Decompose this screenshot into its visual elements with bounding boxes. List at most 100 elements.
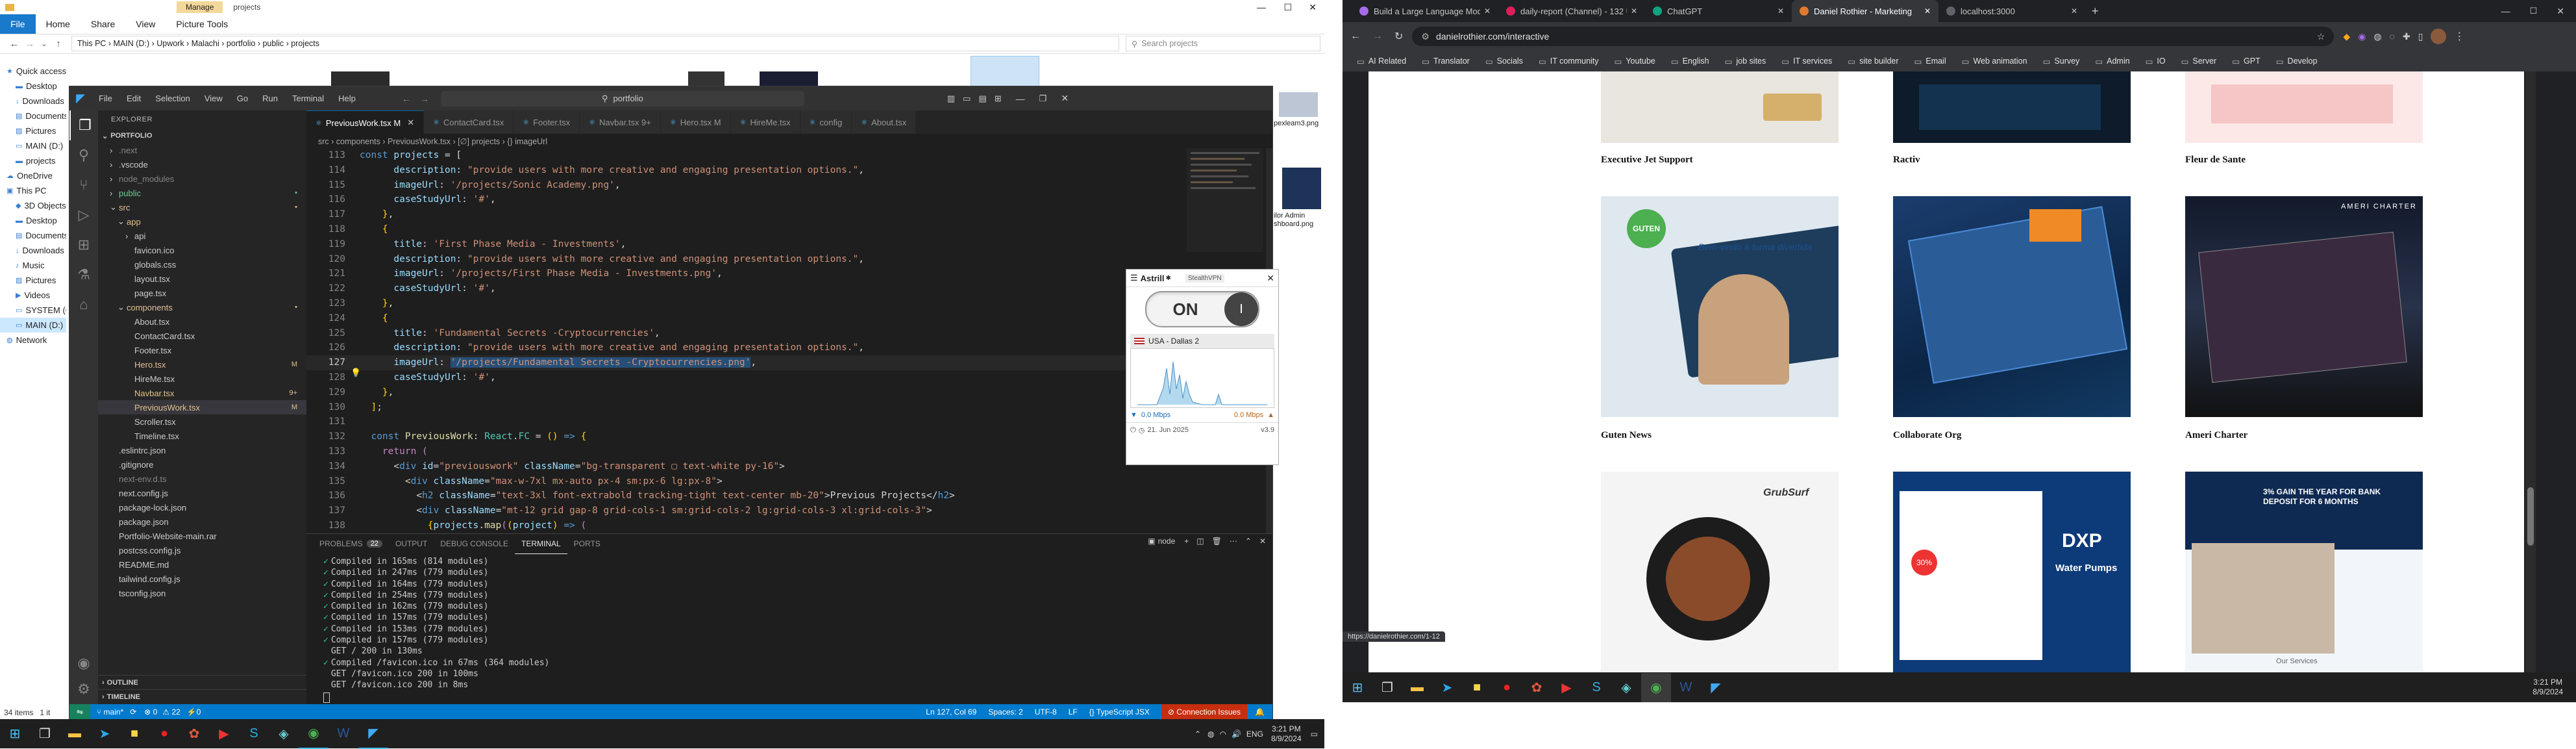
project-image-fleur-de-sante[interactable] xyxy=(2185,71,2423,143)
page-scrollbar-thumb[interactable] xyxy=(2527,487,2534,546)
skype-icon[interactable]: S xyxy=(239,719,269,748)
search-input[interactable]: ⚲ Search projects xyxy=(1126,36,1320,51)
ribbon-tab-share[interactable]: Share xyxy=(80,14,125,34)
tree-file[interactable]: Hero.tsx M xyxy=(98,357,306,372)
close-icon[interactable]: ✕ xyxy=(1924,6,1931,16)
editor-tab[interactable]: ⚛ Footer.tsx xyxy=(514,110,580,134)
app-icon[interactable]: ✿ xyxy=(179,719,209,748)
bookmark-folder[interactable]: ▭ Admin xyxy=(2087,57,2137,66)
tree-file[interactable]: tailwind.config.js xyxy=(98,572,306,586)
restore-icon[interactable]: ❐ xyxy=(1039,94,1047,104)
chrome-tab[interactable]: Daniel Rothier - Marketing ✕ xyxy=(1792,0,1938,22)
tree-folder[interactable]: ⌄ components • xyxy=(98,300,306,314)
code-editor[interactable]: 113 const projects = [114 description: "p… xyxy=(306,148,1182,535)
forward-arrow-icon[interactable]: → xyxy=(420,94,429,104)
tree-folder[interactable]: ⌄ app xyxy=(98,214,306,229)
maximize-icon[interactable]: ☐ xyxy=(1283,2,1292,13)
remote-indicator-icon[interactable]: ⇋ xyxy=(69,704,90,720)
project-image-dxp[interactable]: 30% DXP Water Pumps xyxy=(1893,472,2131,672)
close-icon[interactable]: ✕ xyxy=(1309,2,1317,13)
menu-view[interactable]: View xyxy=(197,94,230,103)
vscode-taskbar-icon[interactable]: ◤ xyxy=(1701,673,1731,702)
close-icon[interactable]: ✕ xyxy=(1061,93,1069,104)
word-icon[interactable]: W xyxy=(328,719,358,748)
side-panel-icon[interactable]: ▯ xyxy=(2418,31,2423,42)
close-icon[interactable]: ✕ xyxy=(1777,6,1784,16)
tree-file[interactable]: PreviousWork.tsx M xyxy=(98,400,306,414)
nav-item[interactable]: ▬ Desktop xyxy=(0,213,66,228)
bookmark-folder[interactable]: ▭ Develop xyxy=(2268,57,2325,66)
extension-icon[interactable]: ◆ xyxy=(2343,31,2350,42)
nav-item[interactable]: ▬ Desktop xyxy=(0,79,66,94)
tree-folder[interactable]: › .next xyxy=(98,143,306,157)
nav-item[interactable]: ▭SYSTEM (C:) xyxy=(0,303,66,318)
split-terminal-icon[interactable]: ◫ xyxy=(1196,537,1204,546)
project-title[interactable]: Ameri Charter xyxy=(2185,430,2248,441)
nav-item[interactable]: ↓ Downloads xyxy=(0,243,66,258)
nav-item[interactable]: ↓ Downloads xyxy=(0,94,66,108)
menu-selection[interactable]: Selection xyxy=(148,94,197,103)
menu-file[interactable]: File xyxy=(92,94,119,103)
nav-item[interactable]: ▭ MAIN (D:) xyxy=(0,138,66,153)
tree-folder[interactable]: › node_modules xyxy=(98,171,306,186)
tree-file[interactable]: layout.tsx xyxy=(98,272,306,286)
project-image-ameri-charter[interactable]: AMERI CHARTER xyxy=(2185,196,2423,417)
nav-item[interactable]: ▤ Documents xyxy=(0,108,66,123)
chrome-tab[interactable]: localhost:3000 ✕ xyxy=(1938,0,2085,22)
input-language[interactable]: ENG xyxy=(1246,730,1263,739)
layout-toggle-icon[interactable]: ▥ xyxy=(947,94,955,104)
notifications-bell-icon[interactable]: 🔔 xyxy=(1255,707,1265,717)
close-icon[interactable]: ✕ xyxy=(1484,6,1491,16)
word-icon[interactable]: W xyxy=(1671,673,1701,702)
menu-edit[interactable]: Edit xyxy=(119,94,148,103)
tree-folder[interactable]: › public • xyxy=(98,186,306,200)
warning-count[interactable]: ⚠ 22 xyxy=(162,707,180,717)
chrome-icon[interactable]: ◉ xyxy=(1641,672,1671,702)
close-icon[interactable]: ✕ xyxy=(1631,6,1637,16)
sticky-app-icon[interactable]: ■ xyxy=(119,719,149,748)
close-icon[interactable]: ✕ xyxy=(2071,6,2077,16)
server-selector[interactable]: USA - Dallas 2 xyxy=(1130,334,1274,348)
new-terminal-icon[interactable]: + xyxy=(1184,537,1189,546)
editor-tab[interactable]: ⚛ Hero.tsx M xyxy=(660,110,731,134)
file-thumbnail[interactable] xyxy=(1282,168,1321,209)
connection-status[interactable]: ⊘ Connection Issues xyxy=(1161,704,1248,720)
telegram-icon[interactable]: ➤ xyxy=(1432,673,1462,702)
project-title[interactable]: Collaborate Org xyxy=(1893,430,1961,441)
vscode-taskbar-icon[interactable]: ◤ xyxy=(358,718,388,749)
bookmark-folder[interactable]: ▭ Youtube xyxy=(1607,57,1663,66)
menu-icon[interactable]: ☰ xyxy=(1130,273,1138,283)
more-menu-icon[interactable]: ⋮ xyxy=(2454,30,2464,43)
minimize-icon[interactable]: — xyxy=(1257,2,1266,12)
panel-tab-problems[interactable]: PROBLEMS 22 xyxy=(313,534,389,553)
omnibox[interactable]: ⚙ danielrothier.com/interactive ☆ xyxy=(1412,27,2334,46)
nav-item[interactable]: ◍ Network xyxy=(0,333,66,348)
minimize-icon[interactable]: — xyxy=(1016,94,1025,104)
indentation[interactable]: Spaces: 2 xyxy=(988,707,1022,717)
error-count[interactable]: ⊗ 0 xyxy=(144,707,157,717)
command-center-search[interactable]: ⚲ portfolio xyxy=(440,90,804,107)
clock[interactable]: 3:21 PM 8/9/2024 xyxy=(1271,724,1302,744)
project-title[interactable]: Fleur de Sante xyxy=(2185,155,2246,166)
menu-run[interactable]: Run xyxy=(255,94,285,103)
ribbon-tab-view[interactable]: View xyxy=(125,14,166,34)
app-icon[interactable]: ✿ xyxy=(1522,673,1552,702)
tree-file[interactable]: .eslintrc.json xyxy=(98,443,306,457)
tree-file[interactable]: .gitignore xyxy=(98,457,306,472)
bookmark-folder[interactable]: ▭ Web animation xyxy=(1954,57,2035,66)
nav-item[interactable]: ▨ Pictures xyxy=(0,273,66,288)
more-icon[interactable]: ⋯ xyxy=(1230,537,1237,546)
tree-file[interactable]: README.md xyxy=(98,557,306,572)
tree-file[interactable]: Portfolio-Website-main.rar xyxy=(98,529,306,543)
chrome-icon[interactable]: ◉ xyxy=(299,718,328,749)
back-arrow-icon[interactable]: ← xyxy=(6,38,22,49)
forward-arrow-icon[interactable]: → xyxy=(22,38,38,49)
minimize-icon[interactable]: — xyxy=(2501,6,2510,16)
project-image-ractiv[interactable] xyxy=(1893,71,2131,143)
new-tab-button[interactable]: + xyxy=(2092,5,2099,18)
extensions-icon[interactable]: ⊞ xyxy=(69,230,98,260)
project-image-guten-news[interactable]: GUTEN Bem-vindo à forma divertida xyxy=(1601,196,1839,417)
maximize-icon[interactable]: ☐ xyxy=(2530,6,2538,16)
tree-file[interactable]: Scroller.tsx xyxy=(98,414,306,429)
chevron-down-icon[interactable]: ⌄ xyxy=(38,40,51,48)
